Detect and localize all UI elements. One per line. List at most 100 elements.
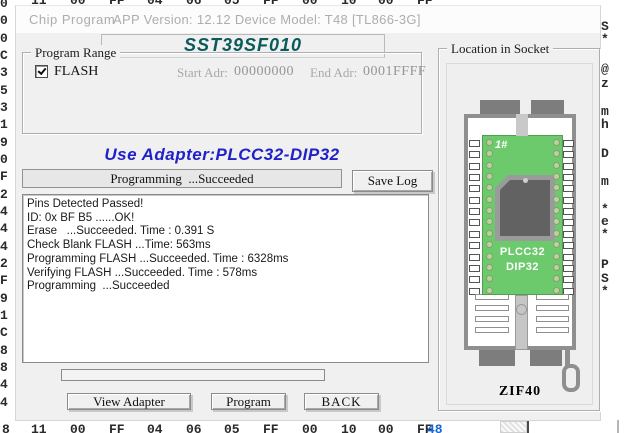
- socket-contact-pin: [469, 208, 480, 215]
- hex-byte: C: [0, 48, 8, 63]
- socket-empty-slot: [536, 305, 569, 311]
- socket-contact-pin: [469, 231, 480, 238]
- start-adr-value: 00000000: [234, 64, 294, 80]
- adapter-pin-dot: [553, 230, 560, 237]
- use-adapter-banner: Use Adapter:PLCC32-DIP32: [22, 145, 422, 165]
- zif-socket-label: ZIF40: [464, 384, 576, 400]
- socket-contact-pin: [563, 163, 574, 170]
- socket-contact-pin: [563, 197, 574, 204]
- log-line: ID: 0x BF B5 ......OK!: [27, 212, 424, 226]
- adapter-pin-dot: [553, 218, 560, 225]
- start-adr-label: Start Adr:: [177, 65, 228, 81]
- adapter-pin-dot: [553, 253, 560, 260]
- hex-byte: 4: [0, 395, 8, 410]
- log-output-area[interactable]: Pins Detected Passed!ID: 0x BF B5 ......…: [22, 194, 429, 363]
- ascii-char: *: [601, 32, 609, 47]
- hex-byte: FF: [263, 422, 279, 433]
- plcc-socket-cavity: [500, 180, 550, 236]
- ascii-char: P: [601, 257, 609, 272]
- zif-top-tab-left: [480, 100, 520, 114]
- hex-byte-highlighted: 48: [427, 422, 443, 433]
- hex-byte: 11: [31, 422, 47, 433]
- adapter-pin-dot: [486, 162, 493, 169]
- dialog-titlebar: Chip Program APP Version: 12.12 Device M…: [16, 6, 600, 33]
- ascii-char: h: [601, 117, 609, 132]
- view-adapter-button[interactable]: View Adapter: [67, 393, 191, 410]
- hex-byte: 4: [0, 221, 8, 236]
- plcc32-dip32-adapter-board: 1# PLCC32 DIP32: [482, 135, 563, 295]
- socket-contact-pin: [563, 231, 574, 238]
- socket-contact-pin: [469, 265, 480, 272]
- background-scrollbar-edge: [617, 420, 619, 433]
- adapter-pin1-marker: 1#: [495, 139, 507, 151]
- zif-bottom-tab-left: [479, 350, 515, 366]
- status-progress-bar: Programming ...Succeeded: [22, 169, 342, 188]
- end-adr-label: End Adr:: [310, 65, 357, 81]
- hex-byte: 05: [224, 422, 240, 433]
- location-in-socket-label: Location in Socket: [447, 41, 553, 56]
- hex-byte: 04: [147, 422, 163, 433]
- hex-byte: 2: [0, 256, 8, 271]
- log-line: Verifying FLASH ...Succeeded. Time : 578…: [27, 267, 424, 281]
- socket-empty-slot: [536, 316, 569, 322]
- flash-checkbox-label: FLASH: [54, 64, 98, 80]
- hex-byte: 8: [2, 422, 10, 433]
- adapter-pin-dot: [553, 184, 560, 191]
- socket-empty-slot: [475, 316, 509, 322]
- adapter-pin-dot: [486, 287, 493, 294]
- chip-program-dialog: Chip Program APP Version: 12.12 Device M…: [15, 5, 601, 421]
- end-adr-value: 0001FFFF: [363, 64, 426, 80]
- socket-contact-pin: [469, 197, 480, 204]
- zif-center-screw-icon: [516, 304, 527, 315]
- socket-contact-pin: [563, 174, 574, 181]
- socket-contact-pin: [469, 185, 480, 192]
- adapter-pin-dot: [553, 264, 560, 271]
- socket-empty-slot: [475, 327, 509, 333]
- hex-byte: 00: [302, 422, 318, 433]
- hex-byte: 1: [0, 117, 8, 132]
- ascii-char: *: [601, 227, 609, 242]
- adapter-pin-dot: [553, 275, 560, 282]
- adapter-pin-dot: [486, 207, 493, 214]
- hex-byte: 5: [0, 83, 8, 98]
- ascii-char: @: [601, 62, 609, 77]
- socket-empty-slot: [536, 327, 569, 333]
- zif-top-notch: [516, 114, 528, 136]
- plcc-socket-icon: [495, 175, 555, 241]
- adapter-name-line1: PLCC32: [483, 246, 562, 258]
- hex-byte: 8: [0, 360, 8, 375]
- socket-contact-pin: [563, 185, 574, 192]
- log-line: Programming FLASH ...Succeeded. Time : 6…: [27, 253, 424, 267]
- hex-byte: 2: [0, 187, 8, 202]
- hex-byte: 06: [186, 422, 202, 433]
- adapter-pin-dot: [486, 150, 493, 157]
- socket-contact-pin: [469, 151, 480, 158]
- adapter-pin-dot: [553, 207, 560, 214]
- program-button[interactable]: Program: [211, 393, 286, 410]
- save-log-button[interactable]: Save Log: [352, 170, 433, 192]
- socket-contact-pin: [563, 265, 574, 272]
- adapter-pin-dot: [486, 230, 493, 237]
- back-button[interactable]: BACK: [304, 393, 379, 410]
- socket-contact-pin: [469, 163, 480, 170]
- socket-contact-pin: [469, 242, 480, 249]
- flash-checkbox[interactable]: [35, 65, 48, 78]
- adapter-pin-dot: [486, 139, 493, 146]
- adapter-pin-dot: [486, 218, 493, 225]
- hex-byte: F: [0, 169, 8, 184]
- log-line: Pins Detected Passed!: [27, 198, 424, 212]
- log-line: Programming ...Succeeded: [27, 280, 424, 294]
- socket-contact-pin: [469, 174, 480, 181]
- hex-byte: 00: [70, 422, 86, 433]
- log-line: Erase ...Succeeded. Time : 0.391 S: [27, 225, 424, 239]
- zif-top-tab-right: [531, 100, 564, 114]
- socket-contact-pin: [563, 208, 574, 215]
- adapter-pin-dot: [553, 150, 560, 157]
- hex-byte: C: [0, 325, 8, 340]
- hex-byte: 0: [0, 31, 8, 46]
- ascii-char: *: [601, 284, 609, 299]
- adapter-pin-dot: [486, 196, 493, 203]
- program-range-label: Program Range: [31, 45, 120, 60]
- app-version-info: APP Version: 12.12 Device Model: T48 [TL…: [113, 12, 421, 27]
- log-line: Check Blank FLASH ...Time: 563ms: [27, 239, 424, 253]
